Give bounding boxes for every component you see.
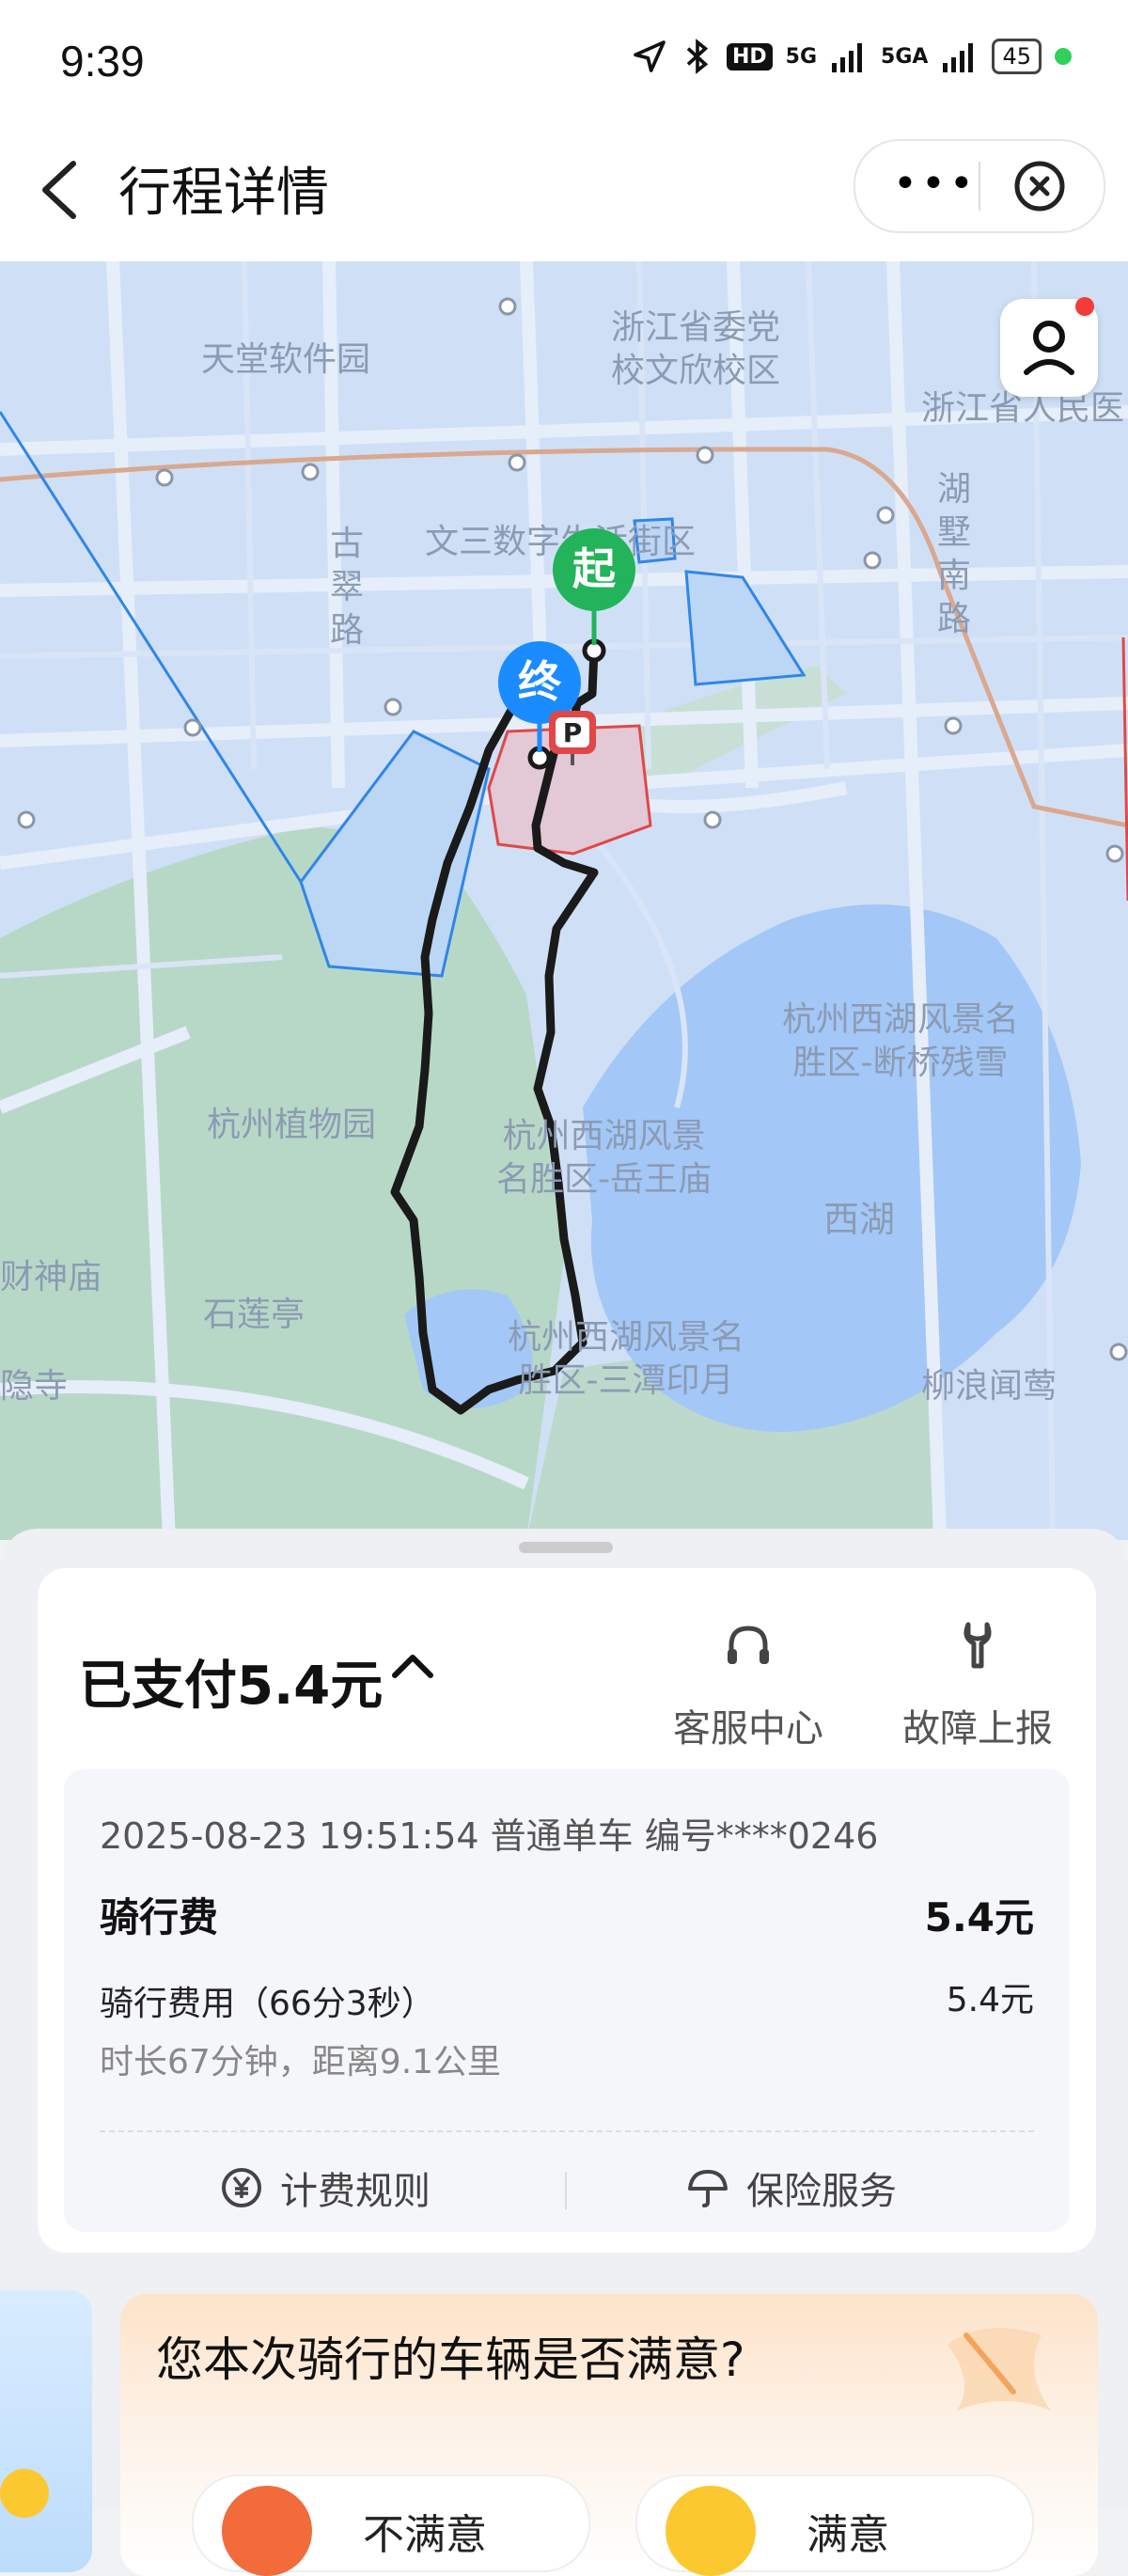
map-label-line: 杭州西湖风景名 胜区-三潭印月 [508, 1318, 745, 1400]
ride-fee-breakdown-label: 骑行费用（66分3秒） [100, 1985, 435, 2023]
ride-fee-label: 骑行费 [100, 1894, 219, 1940]
map-label: 杭州西湖风景名 胜区-断桥残雪 [782, 998, 1019, 1085]
privacy-dot-icon [1055, 48, 1072, 65]
satisfied-option[interactable]: 满意 [635, 2474, 1034, 2576]
map-label: 西湖 [823, 1199, 896, 1240]
map-label-line: 湖 墅 南 路 [936, 470, 971, 638]
map-label-line: 古 翠 路 [329, 525, 364, 650]
page-title: 行程详情 [118, 163, 329, 224]
report-fault-button[interactable]: 故障上报 [884, 1617, 1072, 1752]
bluetooth-icon [686, 39, 709, 74]
map-label-line: 杭州西湖风景名 胜区-断桥残雪 [782, 1000, 1020, 1082]
map-label: 古 翠 路 [323, 523, 370, 652]
report-fault-label: 故障上报 [902, 1707, 1053, 1751]
chevron-up-icon[interactable] [389, 1643, 436, 1690]
map-label: 浙江省委党 校文欣校区 [611, 306, 780, 393]
location-arrow-icon [634, 40, 666, 72]
payment-summary-card: 已支付5.4元 客服中心 故障上报 2025-08-23 19:51:54 普通… [38, 1568, 1096, 2253]
map-label: 石莲亭 [203, 1296, 306, 1334]
unsatisfied-option[interactable]: 不满意 [192, 2474, 590, 2576]
start-marker[interactable]: 起 [553, 528, 635, 611]
status-time: 9:39 [60, 37, 145, 86]
signal-icon-1 [832, 43, 863, 72]
divider [100, 2130, 1034, 2132]
ribbon-decoration-icon [948, 2328, 1051, 2411]
mini-program-capsule: ••• [854, 139, 1105, 233]
more-menu-button[interactable]: ••• [893, 164, 978, 205]
ride-info-header: 2025-08-23 19:51:54 普通单车 编号****0246 [100, 1815, 879, 1857]
paid-amount[interactable]: 已支付5.4元 [79, 1643, 383, 1720]
user-icon [1024, 321, 1074, 375]
billing-rules-label: 计费规则 [280, 2170, 431, 2213]
map-label: 天堂软件园 [201, 340, 371, 379]
insurance-service-label: 保险服务 [746, 2170, 897, 2213]
fee-detail-panel: 2025-08-23 19:51:54 普通单车 编号****0246 骑行费 … [64, 1769, 1070, 2232]
yuan-circle-icon [222, 2168, 261, 2207]
headset-icon [728, 1626, 769, 1664]
map-label: 柳浪闻莺 [921, 1367, 1058, 1406]
map-label: 财神庙 [0, 1258, 102, 1296]
side-promo-card[interactable] [0, 2290, 92, 2572]
survey-question: 您本次骑行的车辆是否满意? [156, 2333, 745, 2387]
customer-service-button[interactable]: 客服中心 [654, 1617, 842, 1752]
network-label-1: 5G [785, 44, 818, 69]
signal-icon-2 [943, 43, 974, 72]
map-label: 湖 墅 南 路 [931, 468, 978, 641]
navigation-bar: 行程详情 ••• [0, 122, 1128, 261]
link-divider [565, 2172, 567, 2209]
hd-badge: HD [726, 42, 773, 71]
satisfaction-survey-card: 您本次骑行的车辆是否满意? 不满意 满意 [120, 2294, 1098, 2576]
status-bar: 9:39 HD 5G 5GA 45 [0, 0, 1128, 122]
route-map[interactable]: 天堂软件园 浙江省委党 校文欣校区 浙江省人民医 文三数字生活街区 古 翠 路 … [0, 261, 1128, 1540]
map-label-line: 杭州西湖风景 名胜区-岳王庙 [496, 1117, 712, 1199]
ride-fee-breakdown-value: 5.4元 [946, 1981, 1034, 2019]
insurance-service-link[interactable]: 保险服务 [686, 2160, 897, 2215]
map-label: 杭州西湖风景名 胜区-三潭印月 [508, 1316, 744, 1403]
parking-marker-label: P [562, 717, 583, 748]
battery-indicator: 45 [992, 39, 1042, 74]
ride-duration-distance: 时长67分钟，距离9.1公里 [100, 2043, 502, 2081]
wrench-icon [964, 1622, 992, 1669]
drag-handle[interactable] [519, 1542, 613, 1553]
ride-fee-value: 5.4元 [924, 1894, 1034, 1940]
smiley-icon [0, 2469, 49, 2518]
back-arrow-icon[interactable] [34, 156, 90, 224]
network-label-2: 5GA [881, 44, 929, 69]
billing-rules-link[interactable]: 计费规则 [220, 2160, 431, 2215]
profile-button[interactable] [1000, 297, 1098, 397]
map-label: 杭州西湖风景 名胜区-岳王庙 [496, 1115, 712, 1202]
close-circle-icon[interactable] [1013, 160, 1066, 212]
happy-face-icon [666, 2486, 756, 2576]
capsule-divider [979, 162, 980, 211]
customer-service-label: 客服中心 [673, 1707, 823, 1751]
angry-face-icon [222, 2486, 312, 2576]
bottom-sheet: 已支付5.4元 客服中心 故障上报 2025-08-23 19:51:54 普通… [0, 1529, 1128, 2576]
umbrella-icon [688, 2170, 728, 2207]
map-label: 隐寺 [0, 1367, 69, 1406]
map-label: 杭州植物园 [207, 1106, 377, 1144]
status-icons: HD 5G 5GA 45 [631, 38, 1072, 75]
map-label-line: 浙江省委党 校文欣校区 [611, 308, 781, 390]
